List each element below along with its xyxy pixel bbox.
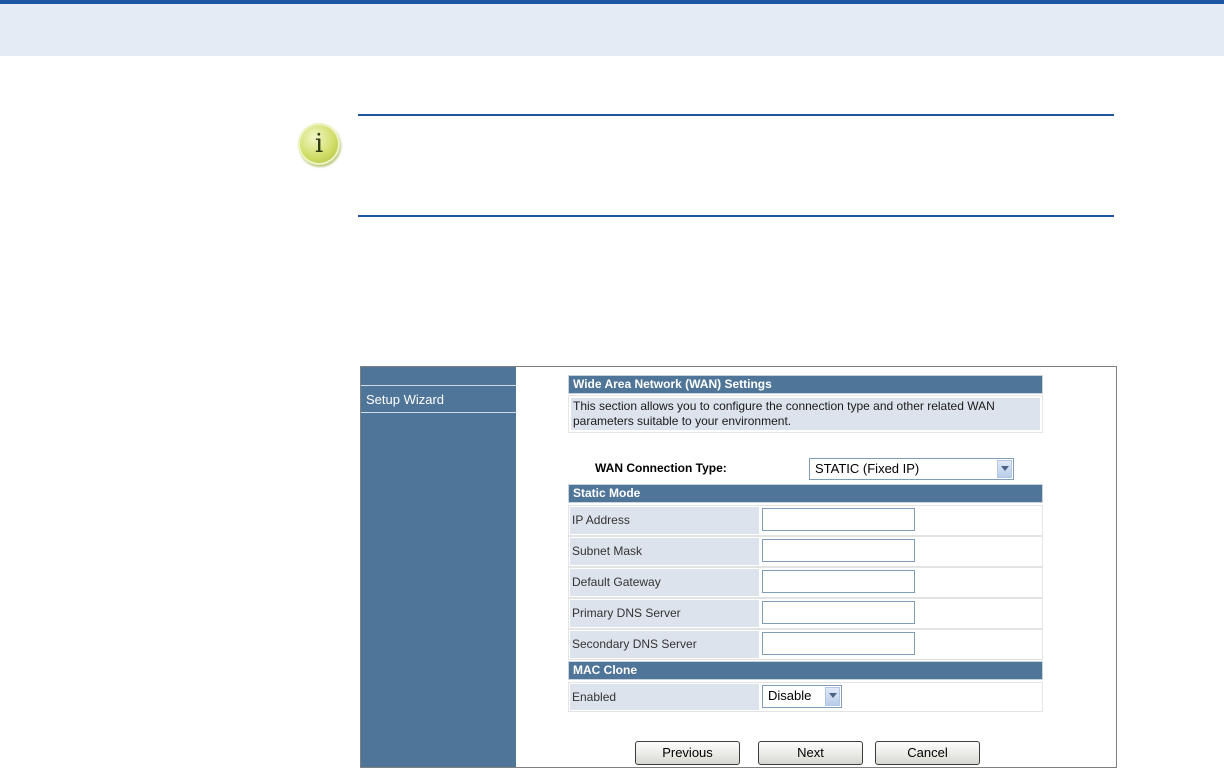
wan-description: This section allows you to configure the…	[568, 395, 1043, 433]
mac-clone-value: Disable	[768, 688, 812, 703]
secondary-dns-row: Secondary DNS Server	[568, 629, 1043, 660]
wizard-window: Setup Wizard Wide Area Network (WAN) Set…	[360, 366, 1117, 768]
note-top-rule	[358, 114, 1114, 116]
mac-clone-enabled-label: Enabled	[570, 684, 759, 710]
ip-address-row: IP Address	[568, 505, 1043, 536]
secondary-dns-input[interactable]	[762, 632, 915, 655]
wan-settings-title: Wide Area Network (WAN) Settings	[568, 375, 1043, 394]
primary-dns-row: Primary DNS Server	[568, 598, 1043, 629]
default-gateway-input[interactable]	[762, 570, 915, 593]
wan-connection-type-label: WAN Connection Type:	[595, 461, 727, 475]
mac-clone-select[interactable]: Disable	[762, 685, 842, 708]
cancel-button[interactable]: Cancel	[875, 741, 980, 765]
wan-description-text: This section allows you to configure the…	[571, 398, 1040, 430]
wan-connection-type-select[interactable]: STATIC (Fixed IP)	[809, 458, 1014, 480]
default-gateway-row: Default Gateway	[568, 567, 1043, 598]
static-mode-title: Static Mode	[568, 484, 1043, 503]
secondary-dns-label: Secondary DNS Server	[570, 631, 759, 658]
next-button[interactable]: Next	[758, 741, 863, 765]
chevron-down-icon	[997, 460, 1012, 478]
sidebar-item-setup-wizard[interactable]: Setup Wizard	[361, 385, 516, 413]
mac-clone-title: MAC Clone	[568, 661, 1043, 680]
header-band	[0, 4, 1224, 56]
subnet-mask-label: Subnet Mask	[570, 538, 759, 565]
ip-address-label: IP Address	[570, 507, 759, 534]
info-glyph: i	[314, 129, 324, 159]
info-icon: i	[298, 123, 340, 165]
mac-clone-enabled-row: Enabled Disable	[568, 682, 1043, 712]
wan-connection-type-value: STATIC (Fixed IP)	[815, 461, 920, 476]
note-bottom-rule	[358, 215, 1114, 217]
subnet-mask-row: Subnet Mask	[568, 536, 1043, 567]
previous-button[interactable]: Previous	[635, 741, 740, 765]
subnet-mask-input[interactable]	[762, 539, 915, 562]
primary-dns-label: Primary DNS Server	[570, 600, 759, 627]
chevron-down-icon	[825, 687, 840, 706]
ip-address-input[interactable]	[762, 508, 915, 531]
default-gateway-label: Default Gateway	[570, 569, 759, 596]
sidebar: Setup Wizard	[361, 367, 516, 767]
primary-dns-input[interactable]	[762, 601, 915, 624]
